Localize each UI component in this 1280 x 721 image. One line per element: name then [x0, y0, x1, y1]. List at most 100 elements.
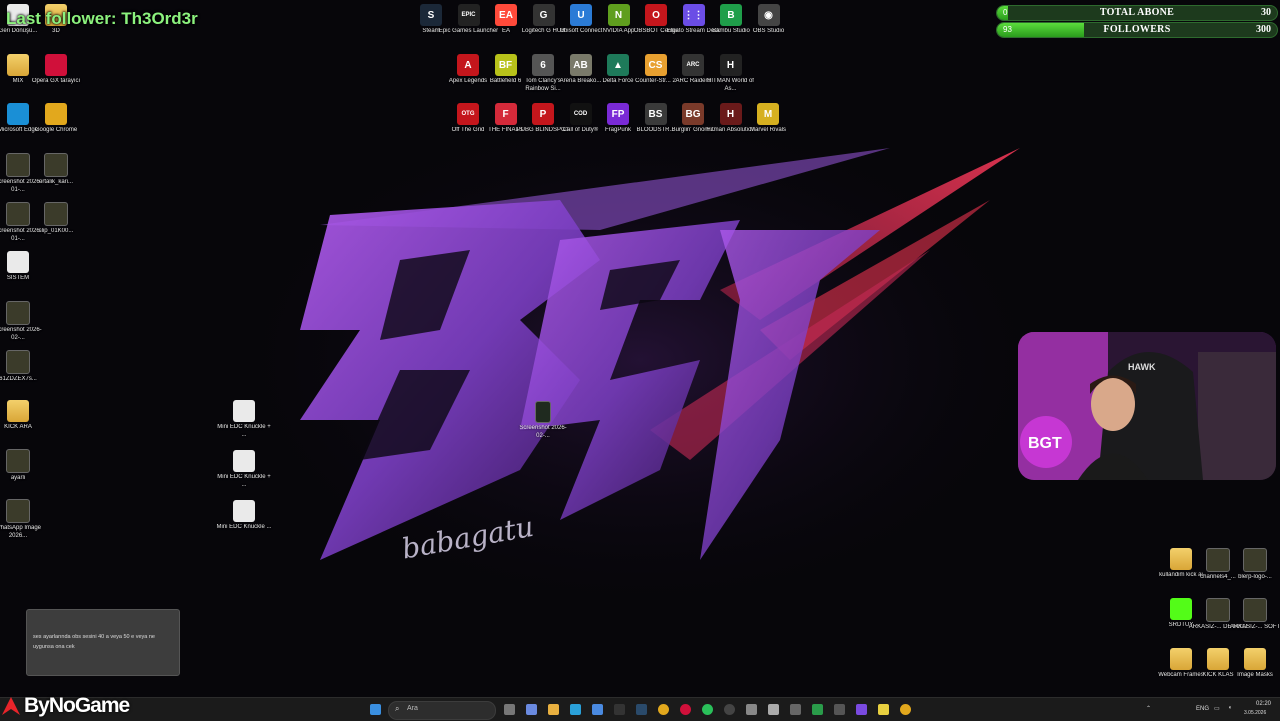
app-taskbar-icon-7[interactable] [878, 704, 889, 715]
document-icon [7, 251, 29, 273]
center-screenshot-label: Screenshot 2026-02-... [519, 425, 567, 439]
desktop-icon-label: 61ZDZEX7s... [0, 376, 37, 382]
desktop-icon[interactable]: Mini EDC Knuckle ... [214, 500, 274, 532]
desktop-icon[interactable]: ◉ OBS Studio [739, 4, 799, 36]
desktop-icon-label: ayarli [10, 475, 26, 481]
model-file-icon [233, 400, 255, 422]
windows-start-icon[interactable] [370, 704, 381, 715]
folder-icon [1244, 648, 1266, 670]
desktop-icon-label: Mini EDC Knuckle + ... [217, 424, 271, 438]
image-file-icon [6, 301, 30, 325]
webcam-person-image: HAWK BGT [1018, 332, 1276, 480]
desktop-icon[interactable]: ARKASIZ-... SOFT [1225, 598, 1280, 632]
desktop-icon-label: Mini EDC Knuckle ... [216, 524, 272, 530]
desktop-icon[interactable]: M Marvel Rivals [738, 103, 798, 135]
obs-icon: ◉ [757, 4, 780, 26]
desktop-icon[interactable]: ortalik_kari... [26, 153, 86, 187]
opera-taskbar-icon[interactable] [680, 704, 691, 715]
desktop-icon[interactable]: Screenshot 2026-02-... [0, 301, 48, 342]
app-taskbar-icon-6[interactable] [856, 704, 867, 715]
marvel-rivals-icon: M [757, 103, 779, 125]
total-abone-goal: 30 [1261, 7, 1271, 18]
image-file-icon [6, 449, 30, 473]
desktop-icon-label: ortalik_kari... [38, 179, 73, 185]
desktop-icon-label: Screenshot 2026-02-... [0, 327, 42, 341]
desktop-icon[interactable]: ayarli [0, 449, 48, 483]
image-file-icon [1243, 548, 1267, 572]
desktop-icon[interactable]: blerp-logo-... [1225, 548, 1280, 582]
app-taskbar-icon-4[interactable] [812, 704, 823, 715]
bynogame-logo-icon [2, 697, 20, 715]
desktop-icon-label: WhatsApp Image 2026... [0, 525, 42, 539]
app-taskbar-icon-1[interactable] [746, 704, 757, 715]
search-placeholder: Ara [407, 705, 418, 712]
desktop-icon[interactable]: Image Masks [1225, 648, 1280, 680]
obs-taskbar-icon[interactable] [724, 704, 735, 715]
total-abone-title: TOTAL ABONE [1099, 7, 1175, 18]
app-taskbar-icon-5[interactable] [834, 704, 845, 715]
store-icon[interactable] [592, 704, 603, 715]
search-icon: ⌕ [395, 704, 400, 713]
folder-icon [7, 400, 29, 422]
desktop-icon-label: clip_01K00... [38, 228, 74, 234]
video-file-icon [44, 202, 68, 226]
svg-text:HAWK: HAWK [1128, 362, 1156, 372]
desktop-icon-label: Google Chrome [34, 127, 78, 133]
followers-title: FOLLOWERS [1103, 24, 1171, 35]
total-abone-bar: 0 TOTAL ABONE 30 [996, 5, 1278, 21]
desktop-icon[interactable]: SISTEM [0, 251, 48, 283]
app-taskbar-icon-8[interactable] [900, 704, 911, 715]
desktop-icon[interactable]: Mini EDC Knuckle + ... [214, 450, 274, 489]
followers-bar: 93 FOLLOWERS 300 [996, 22, 1278, 38]
language-indicator[interactable]: ENG [1196, 706, 1209, 712]
copilot-icon[interactable] [526, 704, 537, 715]
desktop-icon[interactable]: clip_01K00... [26, 202, 86, 236]
epic-taskbar-icon[interactable] [614, 704, 625, 715]
volume-icon[interactable]: ◖ [1228, 705, 1232, 711]
desktop-icon[interactable]: Mini EDC Knuckle + ... [214, 400, 274, 439]
desktop-icon[interactable]: H HITMAN World of As... [701, 54, 761, 93]
image-file-icon [6, 499, 30, 523]
opera-gx-icon [45, 54, 67, 76]
image-file-icon [6, 350, 30, 374]
bynogame-brand: ByNoGame [0, 692, 130, 720]
desktop-icon-label: blerp-logo-... [1238, 574, 1272, 580]
desktop-icon[interactable]: WhatsApp Image 2026... [0, 499, 48, 540]
file-explorer-icon[interactable] [548, 704, 559, 715]
video-file-icon [44, 153, 68, 177]
desktop-icon[interactable]: 61ZDZEX7s... [0, 350, 48, 384]
steam-taskbar-icon[interactable] [636, 704, 647, 715]
desktop-icon[interactable]: Opera GX tarayıcı [26, 54, 86, 86]
bynogame-name: ByNoGame [24, 694, 130, 717]
whatsapp-icon[interactable] [702, 704, 713, 715]
notification-text: ses ayarlarında obs sesini 40 a veya 50 … [33, 634, 155, 650]
notification-toast[interactable]: ses ayarlarında obs sesini 40 a veya 50 … [26, 609, 180, 676]
clock-date[interactable]: 3.05.2026 [1244, 710, 1266, 716]
webcam-overlay: HAWK BGT [1018, 332, 1276, 480]
app-taskbar-icon-2[interactable] [768, 704, 779, 715]
chrome-icon [45, 103, 67, 125]
task-view-icon[interactable] [504, 704, 515, 715]
tray-chevron-icon[interactable]: ⌃ [1146, 705, 1151, 712]
desktop-icon[interactable]: Google Chrome [26, 103, 86, 135]
hitman-icon: H [719, 54, 742, 76]
desktop-icon-label: Marvel Rivals [749, 127, 786, 133]
desktop-icon-label: ARKASIZ-... SOFT [1229, 624, 1280, 630]
svg-text:BGT: BGT [1028, 435, 1062, 452]
desktop-icon-label: SISTEM [6, 275, 30, 281]
desktop-icon[interactable]: KICK ARA [0, 400, 48, 432]
network-icon[interactable]: ▭ [1214, 705, 1220, 712]
desktop-icon-label: Opera GX tarayıcı [31, 78, 81, 84]
desktop-icon-label: HITMAN World of As... [707, 78, 754, 92]
image-file-icon [535, 401, 551, 423]
desktop-icon-label: Mini EDC Knuckle + ... [217, 474, 271, 488]
taskbar-search[interactable]: ⌕ Ara [388, 701, 496, 720]
taskbar: ⌕ Ara ⌃ ENG ▭ ◖ 02:20 3.05.2026 [0, 697, 1280, 721]
edge-taskbar-icon[interactable] [570, 704, 581, 715]
chrome-taskbar-icon[interactable] [658, 704, 669, 715]
last-follower-overlay: Last follower: Th3Ord3r [6, 9, 198, 28]
clock-time[interactable]: 02:20 [1256, 701, 1271, 707]
app-taskbar-icon-3[interactable] [790, 704, 801, 715]
model-file-icon [233, 500, 255, 522]
center-screenshot-icon[interactable]: Screenshot 2026-02-... [513, 401, 573, 440]
